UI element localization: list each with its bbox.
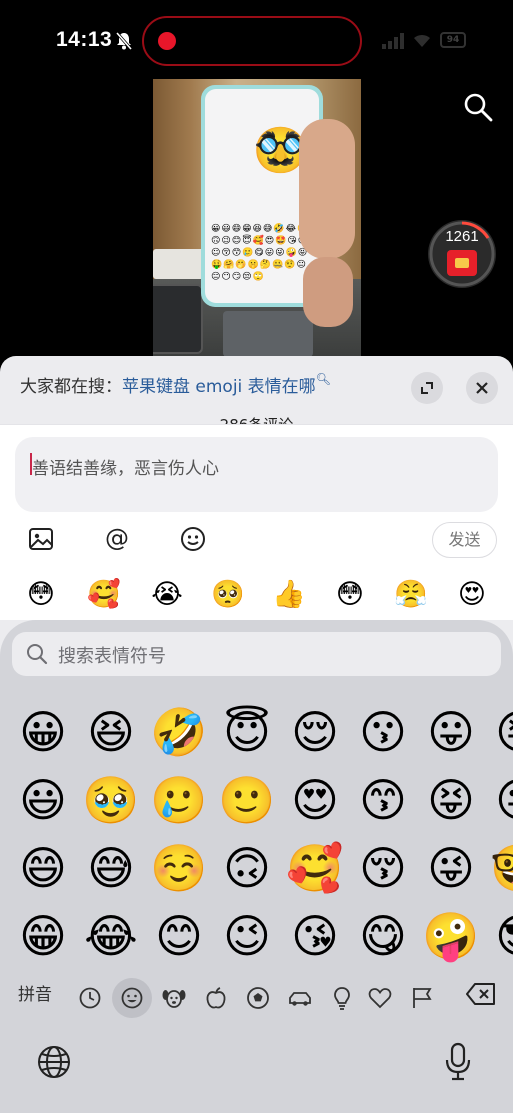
search-icon[interactable] (463, 92, 493, 122)
mention-icon[interactable]: @ (103, 525, 131, 553)
emoji-key[interactable]: ☺️ (149, 838, 209, 898)
svg-text:@: @ (105, 525, 129, 552)
emoji-search-field[interactable]: 搜索表情符号 (12, 632, 501, 676)
emoji-key[interactable]: 🥹 (81, 770, 141, 830)
cellular-signal-icon (382, 33, 404, 49)
silent-bell-icon (115, 32, 133, 50)
suggestion-search-icon: 🔍︎ (315, 372, 331, 386)
emoji-key[interactable]: 🤓 (489, 838, 513, 898)
video-background-tablet (153, 284, 203, 354)
emoji-key[interactable]: 😄 (13, 838, 73, 898)
emoji-key[interactable]: 🤪 (421, 906, 481, 966)
emoji-key[interactable]: 😝 (421, 770, 481, 830)
emoji-key[interactable]: 🤣 (149, 702, 209, 762)
quick-emoji[interactable]: 🥺 (208, 575, 248, 615)
video-hand-lower (303, 257, 353, 327)
emoji-key[interactable]: 😇 (217, 702, 277, 762)
activity-icon[interactable] (238, 978, 278, 1018)
quick-emoji[interactable]: 😳 (21, 575, 61, 615)
emoji-key[interactable]: 😁 (13, 906, 73, 966)
animals-icon[interactable] (154, 978, 194, 1018)
video-player[interactable]: 🥸 😀😃😄😁😆😅🤣😂🙂🙃😉😊😇🥰😍🤩😘😗☺😚😙🥲😋😛😜🤪😝🤑🤗🤭🤫🤔🤐🤨😐😑😶😏… (153, 79, 361, 357)
search-suggestion-query[interactable]: 苹果键盘 emoji 表情在哪 (122, 377, 316, 397)
objects-icon[interactable] (322, 978, 362, 1018)
emoji-key[interactable]: 😙 (353, 770, 413, 830)
flags-icon[interactable] (402, 978, 442, 1018)
food-icon[interactable] (196, 978, 236, 1018)
emoji-key[interactable]: 😀 (13, 702, 73, 762)
quick-emoji[interactable]: 😳 (330, 575, 370, 615)
emoji-key[interactable]: 😘 (285, 906, 345, 966)
comment-input[interactable]: 善语结善缘，恶言伤人心 (15, 437, 498, 512)
emoji-search-placeholder: 搜索表情符号 (58, 646, 166, 667)
status-bar: 14:13 94 (0, 0, 513, 80)
quick-emoji[interactable]: 👍 (269, 575, 309, 615)
quick-emoji-row: 😳 🥰 😭 🥺 👍 😳 😤 😍 (0, 573, 513, 617)
recent-icon[interactable] (70, 978, 110, 1018)
emoji-key[interactable]: 😉 (217, 906, 277, 966)
send-button[interactable]: 发送 (432, 522, 497, 558)
emoji-key[interactable]: 😛 (421, 702, 481, 762)
emoji-key[interactable]: 🙂 (217, 770, 277, 830)
quick-emoji[interactable]: 😭 (147, 575, 187, 615)
emoji-key[interactable]: 😃 (13, 770, 73, 830)
emoji-key[interactable]: 😅 (81, 838, 141, 898)
video-phone-stand (223, 311, 313, 357)
recording-dot-icon (158, 32, 176, 50)
emoji-category-bar: 拼音 (0, 972, 513, 1018)
emoji-key[interactable]: 😜 (421, 838, 481, 898)
emoji-key[interactable]: 😚 (353, 838, 413, 898)
emoji-key[interactable]: 😂 (81, 906, 141, 966)
emoji-key[interactable]: 🥰 (285, 838, 345, 898)
emoji-key[interactable]: 😌 (285, 702, 345, 762)
red-packet-widget[interactable]: 1261 (428, 220, 496, 288)
emoji-key[interactable]: 😋 (353, 906, 413, 966)
pinyin-key[interactable]: 拼音 (18, 980, 52, 1005)
travel-icon[interactable] (280, 978, 320, 1018)
microphone-icon[interactable] (444, 1042, 472, 1082)
close-button[interactable] (466, 372, 498, 404)
status-time: 14:13 (56, 28, 113, 51)
search-suggestion-prefix: 大家都在搜： (20, 377, 122, 397)
comment-composer: 善语结善缘，恶言伤人心 @ 发送 😳 🥰 😭 🥺 👍 😳 😤 😍 (0, 424, 513, 620)
red-packet-count: 1261 (445, 228, 479, 245)
emoji-keyboard: 搜索表情符号 😀 😆 🤣 😇 😌 😗 😛 😝 😃 🥹 🥲 🙂 😍 😙 😝 😜 😄… (0, 620, 513, 1113)
emoji-key[interactable]: 😜 (489, 770, 513, 830)
smileys-icon[interactable] (112, 978, 152, 1018)
emoji-key[interactable]: 😎 (489, 906, 513, 966)
emoji-key[interactable]: 😍 (285, 770, 345, 830)
delete-backspace-icon[interactable] (466, 982, 496, 1006)
battery-level: 94 (446, 35, 460, 45)
emoji-key[interactable]: 😗 (353, 702, 413, 762)
symbols-icon[interactable] (360, 978, 400, 1018)
wifi-icon (414, 34, 430, 47)
image-icon[interactable] (27, 525, 55, 553)
globe-icon[interactable] (36, 1044, 72, 1080)
emoji-key[interactable]: 😊 (149, 906, 209, 966)
red-envelope-seal (455, 258, 469, 268)
video-hand (299, 119, 355, 259)
expand-icon (421, 382, 433, 394)
quick-emoji[interactable]: 😤 (391, 575, 431, 615)
red-envelope-icon (447, 250, 477, 276)
quick-emoji[interactable]: 🥰 (84, 575, 124, 615)
search-suggestion[interactable]: 大家都在搜：苹果键盘 emoji 表情在哪🔍︎ (20, 372, 331, 397)
comment-placeholder: 善语结善缘，恶言伤人心 (32, 459, 219, 479)
screen-recording-indicator[interactable] (142, 16, 362, 66)
emoji-key[interactable]: 😆 (81, 702, 141, 762)
expand-button[interactable] (411, 372, 443, 404)
emoji-key[interactable]: 🙃 (217, 838, 277, 898)
quick-emoji[interactable]: 😍 (452, 575, 492, 615)
close-icon (476, 382, 488, 394)
battery-icon: 94 (440, 32, 466, 48)
magnifier-icon (27, 644, 48, 665)
emoji-key[interactable]: 😝 (489, 702, 513, 762)
emoji-key[interactable]: 🥲 (149, 770, 209, 830)
emoji-face-icon[interactable] (179, 525, 207, 553)
